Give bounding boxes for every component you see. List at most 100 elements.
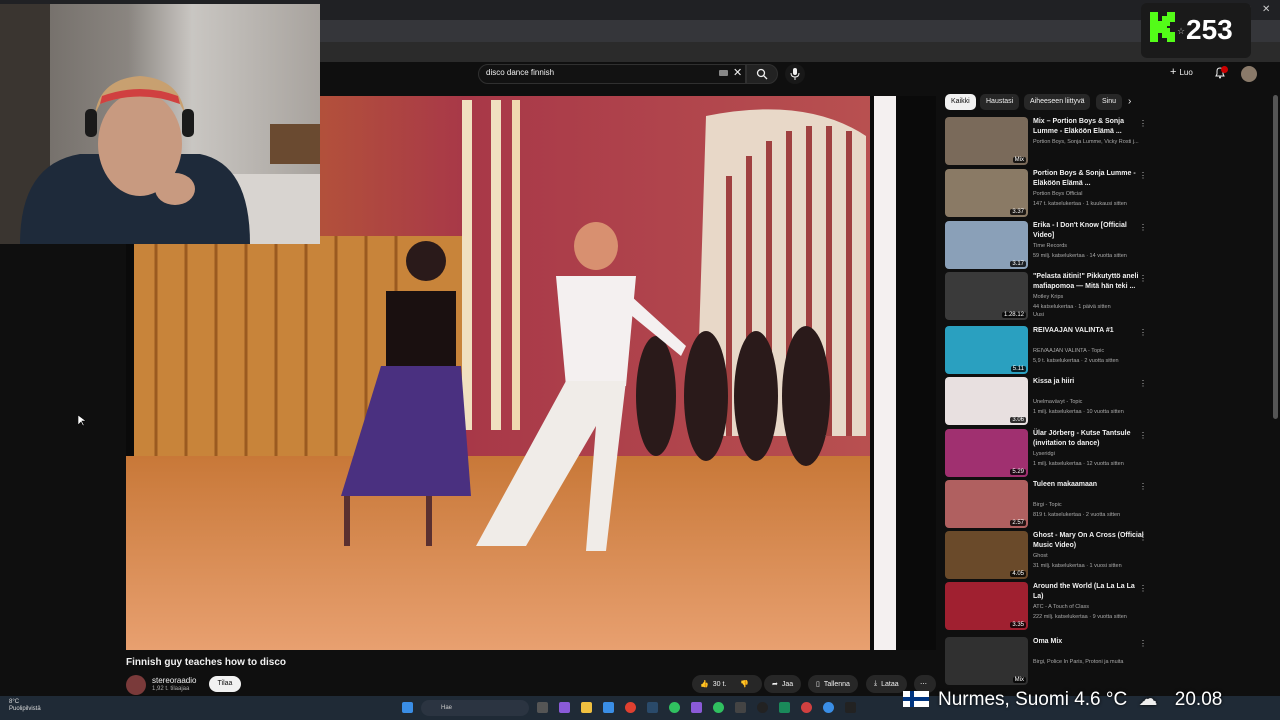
twitch-icon[interactable] (691, 702, 702, 713)
recommendation-item[interactable]: 3.35 Around the World (La La La La La) ATC… (945, 582, 1155, 630)
recommendation-title[interactable]: Ghost - Mary On A Cross (Official Music … (1033, 531, 1145, 551)
download-button[interactable]: ⤓ Lataa (866, 675, 907, 693)
more-options-icon[interactable]: ⋮ (1139, 223, 1147, 232)
recommendation-item[interactable]: 3.17 Erika - I Don't Know [Official Video… (945, 221, 1155, 269)
windows-start-icon[interactable] (402, 702, 413, 713)
recommendation-thumbnail[interactable]: 3.35 (945, 582, 1028, 630)
recommendation-title[interactable]: Mix – Portion Boys & Sonja Lumme - Eläkö… (1033, 117, 1145, 137)
recommendation-thumbnail[interactable]: 3.06 (945, 377, 1028, 425)
recommendation-channel[interactable]: Birgi - Topic (1033, 500, 1151, 510)
chrome-icon[interactable] (625, 702, 636, 713)
recommendation-channel[interactable]: Portion Boys, Sonja Lumme, Vicky Rosti j… (1033, 137, 1151, 147)
video-duration: 4.05 (1010, 571, 1026, 577)
streamer-image (0, 4, 320, 244)
recommendation-channel[interactable]: Unelmavävyt - Topic (1033, 397, 1151, 407)
chevron-right-icon[interactable]: › (1128, 96, 1131, 107)
recommendation-stats: 1 milj. katselukertaa · 10 vuotta sitten (1033, 409, 1124, 415)
steam-icon[interactable] (647, 702, 658, 713)
recommendation-title[interactable]: Kissa ja hiiri (1033, 377, 1145, 387)
close-window-button[interactable]: ✕ (1262, 4, 1270, 15)
recommendation-thumbnail[interactable]: 5.29 (945, 429, 1028, 477)
recommendation-channel[interactable]: Lyseridgi (1033, 449, 1151, 459)
app-icon-4[interactable] (823, 702, 834, 713)
recommendation-item[interactable]: 4.05 Ghost - Mary On A Cross (Official Mu… (945, 531, 1155, 579)
like-count: 30 t. (712, 680, 727, 688)
channel-name[interactable]: stereoraadio (152, 676, 196, 685)
search-button[interactable] (746, 64, 778, 84)
chip-all[interactable]: Kaikki (945, 94, 976, 110)
recommendation-stats: 31 milj. katselukertaa · 1 vuosi sitten (1033, 563, 1122, 569)
recommendation-title[interactable]: Tuleen makaamaan (1033, 480, 1145, 490)
subscribe-button[interactable]: Tilaa (209, 676, 241, 692)
recommendation-item[interactable]: 1.28.12 "Pelasta äitini!" Pikkutyttö anel… (945, 272, 1155, 320)
more-options-icon[interactable]: ⋮ (1139, 328, 1147, 337)
more-options-icon[interactable]: ⋮ (1139, 274, 1147, 283)
recommendation-thumbnail[interactable]: Mix (945, 637, 1028, 685)
recommendation-title[interactable]: Ülar Jörberg - Kutse Tantsule (invitatio… (1033, 429, 1145, 449)
app-icon[interactable] (757, 702, 768, 713)
taskbar-search-input[interactable]: Hae (421, 700, 529, 716)
recommendation-item[interactable]: Mix Mix – Portion Boys & Sonja Lumme - El… (945, 117, 1155, 165)
recommendation-item[interactable]: 3.37 Portion Boys & Sonja Lumme - Eläköön… (945, 169, 1155, 217)
recommendation-title[interactable]: "Pelasta äitini!" Pikkutyttö aneli mafia… (1033, 272, 1145, 292)
chip-for-you[interactable]: Sinu (1096, 94, 1122, 110)
more-options-icon[interactable]: ⋮ (1139, 379, 1147, 388)
notification-badge (1221, 66, 1228, 73)
file-explorer-icon[interactable] (581, 702, 592, 713)
recommendation-channel[interactable]: Birgi, Police In Paris, Protoni ja muita (1033, 657, 1151, 667)
recommendation-item[interactable]: Mix Oma Mix Birgi, Police In Paris, Proton… (945, 637, 1155, 685)
app-icon-3[interactable] (801, 702, 812, 713)
more-options-icon[interactable]: ⋮ (1139, 482, 1147, 491)
page-scrollbar[interactable] (1273, 95, 1278, 419)
task-view-icon[interactable] (537, 702, 548, 713)
share-button[interactable]: ➦ Jaa (764, 675, 802, 693)
more-options-icon[interactable]: ⋮ (1139, 171, 1147, 180)
chip-search[interactable]: Haustasi (980, 94, 1020, 110)
recommendation-thumbnail[interactable]: 5.11 (945, 326, 1028, 374)
obs-icon[interactable] (735, 702, 746, 713)
recommendation-title[interactable]: Erika - I Don't Know [Official Video] (1033, 221, 1145, 241)
recommendation-item[interactable]: 3.06 Kissa ja hiiri Unelmavävyt - Topic 1 m… (945, 377, 1155, 425)
more-options-icon[interactable]: ⋮ (1139, 584, 1147, 593)
edge-icon[interactable] (603, 702, 614, 713)
spotify-icon[interactable] (713, 702, 724, 713)
recommendation-thumbnail[interactable]: 2.57 (945, 480, 1028, 528)
search-query-text[interactable]: disco dance finnish (486, 68, 554, 77)
recommendation-thumbnail[interactable]: 3.37 (945, 169, 1028, 217)
recommendation-title[interactable]: REIVAAJAN VALINTA #1 (1033, 326, 1145, 336)
recommendation-title[interactable]: Portion Boys & Sonja Lumme - Eläköön Elä… (1033, 169, 1145, 189)
capcut-icon[interactable] (845, 702, 856, 713)
taskbar-weather-widget[interactable]: 8°C Puolipilvistä (9, 699, 41, 713)
like-dislike-button[interactable]: 👍 30 t. 👎 (692, 675, 762, 693)
chip-related[interactable]: Aiheeseen liittyvä (1024, 94, 1091, 110)
more-options-icon[interactable]: ⋮ (1139, 639, 1147, 648)
recommendation-item[interactable]: 5.11 REIVAAJAN VALINTA #1 REIVAAJAN VALINT… (945, 326, 1155, 374)
save-button[interactable]: ▯ Tallenna (808, 675, 858, 693)
recommendation-item[interactable]: 2.57 Tuleen makaamaan Birgi - Topic 819 t. … (945, 480, 1155, 528)
copilot-icon[interactable] (559, 702, 570, 713)
recommendation-channel[interactable]: Time Records (1033, 241, 1151, 251)
more-options-icon[interactable]: ⋮ (1139, 533, 1147, 542)
recommendation-channel[interactable]: REIVAAJAN VALINTA - Topic (1033, 346, 1151, 356)
clear-search-icon[interactable]: ✕ (733, 66, 742, 79)
recommendation-item[interactable]: 5.29 Ülar Jörberg - Kutse Tantsule (invit… (945, 429, 1155, 477)
create-button[interactable]: + Luo (1170, 66, 1193, 78)
recommendation-thumbnail[interactable]: 1.28.12 (945, 272, 1028, 320)
recommendation-title[interactable]: Around the World (La La La La La) (1033, 582, 1145, 602)
recommendation-thumbnail[interactable]: 4.05 (945, 531, 1028, 579)
whatsapp-icon[interactable] (669, 702, 680, 713)
recommendation-thumbnail[interactable]: 3.17 (945, 221, 1028, 269)
voice-search-button[interactable] (785, 64, 805, 84)
recommendation-title[interactable]: Oma Mix (1033, 637, 1145, 647)
recommendation-channel[interactable]: Ghost (1033, 551, 1151, 561)
recommendation-channel[interactable]: ATC - A Touch of Class (1033, 602, 1151, 612)
user-avatar[interactable] (1241, 66, 1257, 82)
recommendation-channel[interactable]: Portion Boys Official (1033, 189, 1151, 199)
recommendation-channel[interactable]: Motley Krips (1033, 292, 1151, 302)
app-icon-2[interactable] (779, 702, 790, 713)
channel-avatar[interactable] (126, 675, 146, 695)
more-options-icon[interactable]: ⋮ (1139, 431, 1147, 440)
recommendation-thumbnail[interactable]: Mix (945, 117, 1028, 165)
keyboard-icon[interactable] (719, 70, 728, 76)
more-options-icon[interactable]: ⋮ (1139, 119, 1147, 128)
